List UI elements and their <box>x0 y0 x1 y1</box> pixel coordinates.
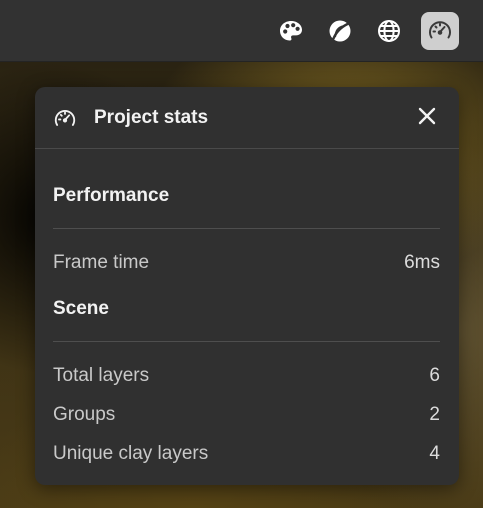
globe-icon <box>376 18 402 44</box>
palette-icon <box>278 18 304 44</box>
stat-row-total-layers: Total layers 6 <box>53 364 440 388</box>
project-stats-panel: Project stats Performance Frame time 6ms… <box>35 87 459 485</box>
performance-section-title: Performance <box>53 185 170 206</box>
stat-label: Frame time <box>53 252 150 273</box>
environment-button[interactable] <box>370 12 408 50</box>
stat-value: 4 <box>429 443 440 464</box>
top-toolbar <box>0 0 483 62</box>
stat-row-unique-clay-layers: Unique clay layers 4 <box>53 442 440 466</box>
stat-value: 6ms <box>404 252 440 273</box>
stat-value: 2 <box>429 404 440 425</box>
divider <box>53 341 440 342</box>
panel-header: Project stats <box>35 87 459 149</box>
stat-label: Groups <box>53 404 116 425</box>
panel-title: Project stats <box>94 107 209 128</box>
leaf-icon <box>327 18 353 44</box>
speedometer-icon <box>53 107 77 131</box>
stat-row-frame-time: Frame time 6ms <box>53 251 440 275</box>
divider <box>53 228 440 229</box>
close-icon <box>417 106 437 131</box>
stat-row-groups: Groups 2 <box>53 403 440 427</box>
stat-label: Total layers <box>53 365 150 386</box>
speedometer-icon <box>427 18 453 44</box>
close-button[interactable] <box>415 106 439 130</box>
palette-button[interactable] <box>272 12 310 50</box>
stat-label: Unique clay layers <box>53 443 209 464</box>
scene-section-title: Scene <box>53 298 109 319</box>
stat-value: 6 <box>429 365 440 386</box>
project-stats-button[interactable] <box>421 12 459 50</box>
material-button[interactable] <box>321 12 359 50</box>
